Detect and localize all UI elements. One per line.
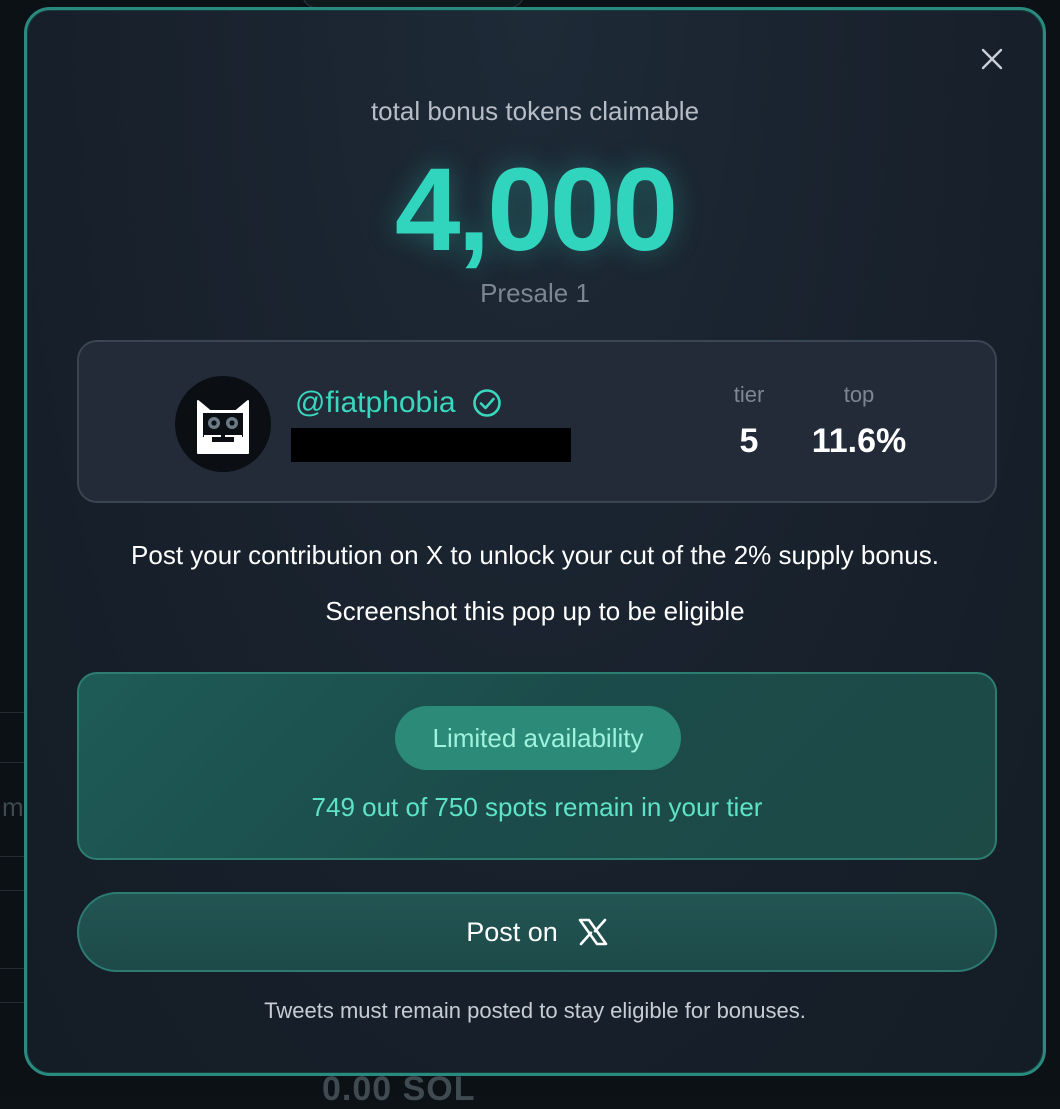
top-value: 11.6% <box>799 422 919 461</box>
footnote: Tweets must remain posted to stay eligib… <box>27 998 1043 1024</box>
background-divider <box>0 762 26 763</box>
modal-headline: total bonus tokens claimable <box>27 96 1043 127</box>
background-divider <box>0 1002 26 1003</box>
check-circle-icon <box>472 388 502 418</box>
limited-availability-badge: Limited availability <box>395 706 681 770</box>
info-text: Post your contribution on X to unlock yo… <box>27 540 1043 571</box>
close-button[interactable] <box>979 46 1005 72</box>
spots-remaining-text: 749 out of 750 spots remain in your tier <box>79 792 995 823</box>
close-icon <box>981 48 1003 70</box>
tier-stat: tier 5 <box>709 382 789 461</box>
background-divider <box>0 890 26 891</box>
background-divider <box>0 968 26 969</box>
profile-card: @fiatphobia tier 5 top 11.6% <box>77 340 997 503</box>
presale-label: Presale 1 <box>27 278 1043 309</box>
tier-value: 5 <box>709 422 789 461</box>
background-divider <box>0 712 26 713</box>
user-handle-row: @fiatphobia <box>295 386 502 420</box>
redacted-bar <box>291 428 571 462</box>
background-text-fragment: m <box>2 792 24 823</box>
info-subtext: Screenshot this pop up to be eligible <box>27 596 1043 627</box>
tier-label: tier <box>709 382 789 408</box>
bonus-amount: 4,000 <box>27 142 1043 278</box>
post-button-label: Post on <box>466 917 558 948</box>
top-label: top <box>799 382 919 408</box>
bonus-modal: total bonus tokens claimable 4,000 Presa… <box>24 7 1046 1076</box>
cat-face-icon <box>190 391 256 457</box>
availability-card: Limited availability 749 out of 750 spot… <box>77 672 997 860</box>
top-stat: top 11.6% <box>799 382 919 461</box>
user-handle[interactable]: @fiatphobia <box>295 386 456 420</box>
x-logo-icon <box>578 918 608 946</box>
background-divider <box>0 856 26 857</box>
avatar <box>175 376 271 472</box>
post-on-x-button[interactable]: Post on <box>77 892 997 972</box>
